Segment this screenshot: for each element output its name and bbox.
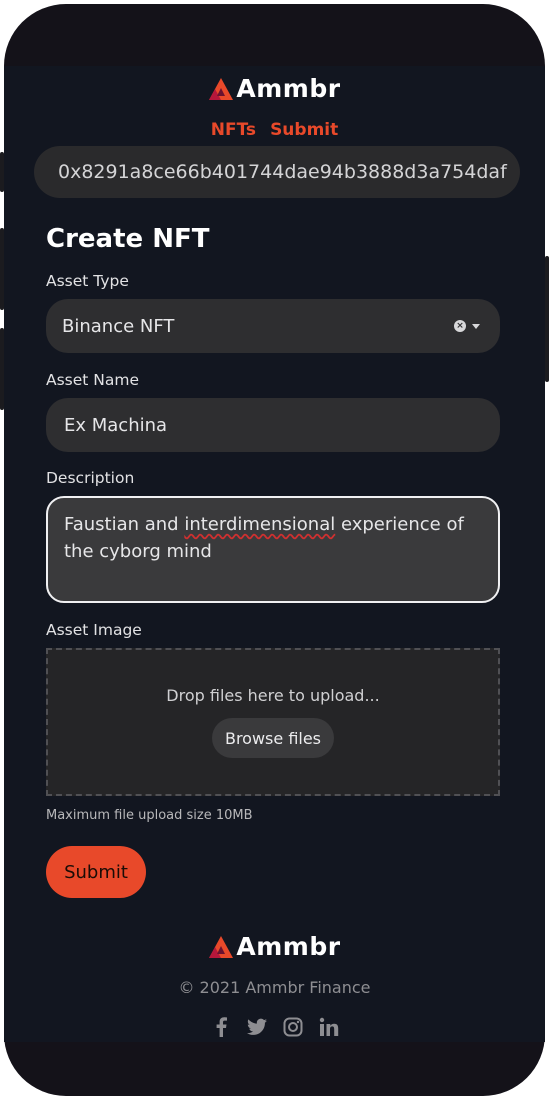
copyright-text: © 2021 Ammbr Finance xyxy=(178,978,371,997)
asset-name-input[interactable]: Ex Machina xyxy=(46,398,500,452)
footer-logo: Ammbr xyxy=(4,932,545,961)
nav-item-nfts[interactable]: NFTs xyxy=(211,120,256,140)
file-dropzone[interactable]: Drop files here to upload... Browse file… xyxy=(46,648,500,796)
description-misspelled-word: interdimensional xyxy=(184,514,336,535)
phone-side-button xyxy=(545,256,549,382)
facebook-icon[interactable] xyxy=(211,1016,231,1038)
description-label: Description xyxy=(46,469,135,487)
dropzone-text: Drop files here to upload... xyxy=(166,686,380,705)
asset-type-select[interactable]: Binance NFT × xyxy=(46,299,500,353)
twitter-icon[interactable] xyxy=(246,1016,267,1038)
asset-name-value: Ex Machina xyxy=(64,414,168,436)
page-title: Create NFT xyxy=(46,224,210,254)
linkedin-icon[interactable] xyxy=(319,1016,339,1038)
upload-size-hint: Maximum file upload size 10MB xyxy=(46,808,253,823)
clear-icon[interactable]: × xyxy=(454,320,466,332)
header-logo[interactable]: Ammbr xyxy=(4,74,545,103)
asset-type-value: Binance NFT xyxy=(62,315,175,337)
ammbr-logo-icon xyxy=(209,935,234,958)
instagram-icon[interactable] xyxy=(283,1016,303,1038)
nav-item-submit[interactable]: Submit xyxy=(270,120,338,140)
social-links xyxy=(4,1016,545,1038)
asset-name-label: Asset Name xyxy=(46,371,140,389)
footer-brand-name: Ammbr xyxy=(236,932,341,961)
brand-name: Ammbr xyxy=(236,74,341,103)
select-controls: × xyxy=(454,299,480,353)
app-screen: Ammbr NFTs Submit 0x8291a8ce66b401744dae… xyxy=(4,66,545,1042)
wallet-address[interactable]: 0x8291a8ce66b401744dae94b3888d3a754daf xyxy=(34,146,520,198)
asset-type-label: Asset Type xyxy=(46,272,129,290)
browse-files-button[interactable]: Browse files xyxy=(212,718,334,758)
description-text-start: Faustian and xyxy=(64,514,185,535)
asset-image-label: Asset Image xyxy=(46,621,142,639)
top-nav: NFTs Submit xyxy=(4,120,545,140)
ammbr-logo-icon xyxy=(209,77,234,100)
description-textarea[interactable]: Faustian and interdimensional experience… xyxy=(46,496,500,603)
chevron-down-icon[interactable] xyxy=(472,323,480,329)
submit-button[interactable]: Submit xyxy=(46,846,146,898)
